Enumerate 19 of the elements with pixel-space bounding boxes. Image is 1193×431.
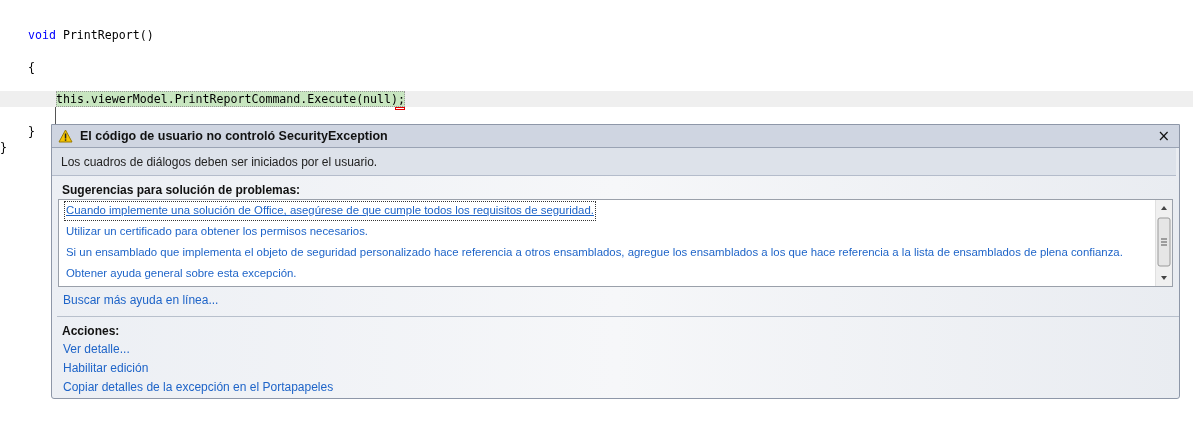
close-button[interactable]: ×	[1151, 127, 1176, 145]
current-statement: this.viewerModel.PrintReportCommand.Execute(null);	[56, 91, 405, 107]
action-link[interactable]: Habilitar edición	[63, 359, 149, 378]
suggestion-link[interactable]: Cuando implemente una solución de Office, asegúrese de que cumple todos los requisitos de seguridad.	[64, 201, 596, 221]
section-heading: Sugerencias para solución de problemas:	[62, 183, 302, 197]
suggestion-link[interactable]: Utilizar un certificado para obtener los permisos necesarios.	[64, 222, 370, 242]
exception-message: Los cuadros de diálogos deben ser iniciados por el usuario.	[52, 148, 1176, 176]
code-text: {	[28, 59, 35, 75]
suggestion-link[interactable]: Obtener ayuda general sobre esta excepción.	[64, 264, 299, 284]
suggestion-link[interactable]: Si un ensamblado que implementa el objeto de seguridad personalizado hace referencia a otros ensamblados, agregue los ensamblados a los que hace referencia a la lista de ensamblados de plena confianza.	[64, 243, 1125, 263]
action-link[interactable]: Copiar detalles de la excepción en el Portapapeles	[63, 378, 334, 397]
action-link[interactable]: Ver detalle...	[63, 340, 130, 359]
exception-title: El código de usuario no controló SecurityException	[80, 129, 389, 143]
online-help-link[interactable]: Buscar más ayuda en línea...	[63, 290, 219, 311]
code-text: }	[28, 123, 35, 139]
code-text: PrintReport()	[61, 27, 154, 43]
code-keyword: void	[28, 27, 56, 43]
section-heading: Acciones:	[62, 324, 121, 338]
code-text: }	[0, 139, 7, 155]
